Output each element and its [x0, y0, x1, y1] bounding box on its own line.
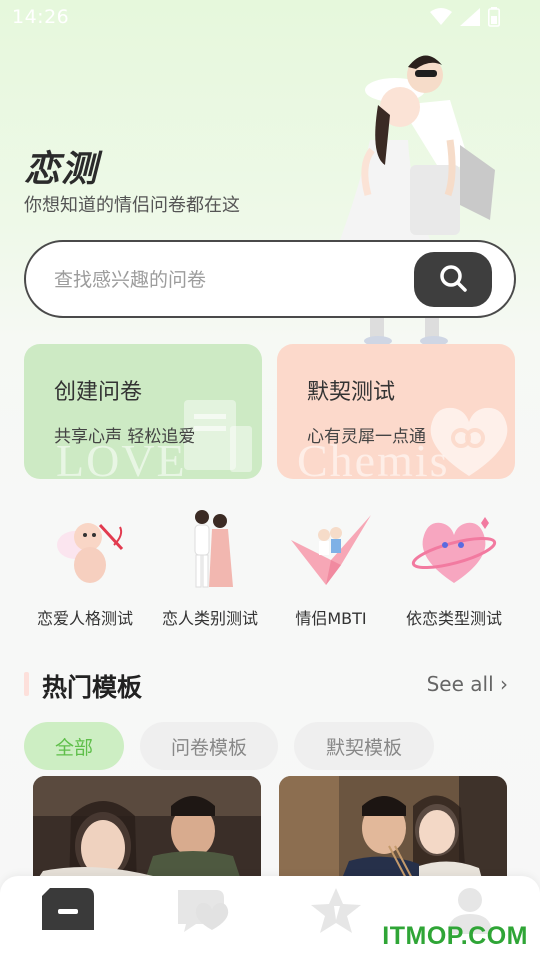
category-love-personality[interactable]: 恋爱人格测试	[20, 505, 150, 629]
tab-chemistry-templates[interactable]: 默契模板	[294, 722, 434, 770]
create-survey-subtitle: 共享心声 轻松追爱	[54, 427, 196, 447]
app-subtitle: 你想知道的情侣问卷都在这	[24, 195, 240, 216]
couple-photo	[279, 776, 507, 886]
create-survey-card[interactable]: LOVE 创建问卷 共享心声 轻松追爱	[24, 344, 262, 479]
search-icon	[437, 262, 469, 298]
section-accent-bar	[24, 672, 29, 696]
heart-link-icon	[430, 407, 508, 476]
battery-icon	[488, 7, 500, 27]
status-icons	[430, 7, 500, 27]
nav-home[interactable]	[38, 886, 98, 936]
heart-chat-icon	[178, 890, 229, 932]
couple-icon	[194, 510, 233, 588]
search-input[interactable]	[54, 264, 394, 296]
category-label: 恋爱人格测试	[36, 609, 133, 628]
chemistry-test-title: 默契测试	[307, 380, 396, 405]
star-icon	[311, 888, 361, 933]
site-watermark: ITMOP.COM	[382, 922, 528, 950]
status-bar: 14:26	[0, 0, 540, 34]
category-couple-mbti[interactable]: 情侣MBTI	[266, 505, 396, 629]
couple-photo	[33, 776, 261, 886]
signal-icon	[460, 8, 480, 26]
category-label: 恋人类别测试	[161, 609, 258, 628]
template-card-photo[interactable]	[33, 776, 261, 886]
heart-planet-icon	[411, 517, 497, 583]
cupid-icon	[57, 523, 124, 583]
wifi-icon	[430, 8, 452, 26]
template-card-photo[interactable]	[279, 776, 507, 886]
category-attachment-type[interactable]: 依恋类型测试	[389, 505, 519, 629]
search-button[interactable]	[414, 252, 492, 307]
category-row: 恋爱人格测试 恋人类别测试 情侣MBTI 依恋类型测试	[0, 505, 540, 635]
category-label: 依恋类型测试	[405, 609, 502, 628]
section-title: 热门模板	[42, 673, 143, 702]
paper-crane-icon	[291, 515, 371, 585]
see-all-link[interactable]: See all ›	[427, 672, 508, 696]
create-survey-title: 创建问卷	[54, 380, 143, 405]
tab-survey-templates[interactable]: 问卷模板	[140, 722, 278, 770]
search-bar	[24, 240, 516, 318]
chemistry-test-subtitle: 心有灵犀一点通	[307, 427, 426, 447]
app-title: 恋测	[24, 149, 99, 190]
chemistry-test-card[interactable]: Chemis 默契测试 心有灵犀一点通	[277, 344, 515, 479]
nav-messages[interactable]	[172, 886, 232, 936]
tab-all[interactable]: 全部	[24, 722, 124, 770]
category-label: 情侣MBTI	[295, 609, 367, 628]
home-icon	[42, 888, 94, 930]
nav-favorites[interactable]	[306, 886, 366, 936]
status-time: 14:26	[12, 6, 70, 28]
category-lover-type[interactable]: 恋人类别测试	[145, 505, 275, 629]
